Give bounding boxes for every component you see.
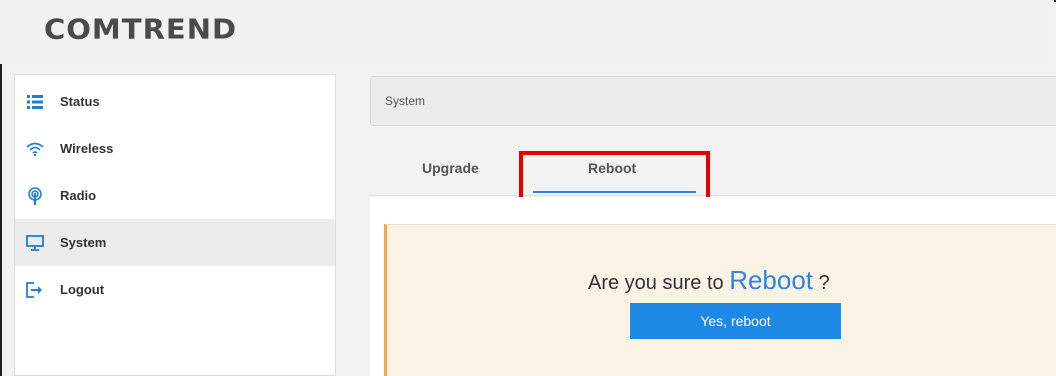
tab-bar: Upgrade Reboot [370, 138, 1056, 196]
monitor-icon [25, 233, 45, 253]
reboot-card [384, 224, 1056, 376]
sidebar-item-system[interactable]: System [15, 219, 335, 266]
logout-icon [25, 280, 45, 300]
reboot-question: Are you sure to Reboot ? [588, 265, 830, 296]
sidebar-item-wireless[interactable]: Wireless [15, 125, 335, 172]
yes-reboot-button[interactable]: Yes, reboot [630, 303, 841, 339]
sidebar-item-label: Status [60, 94, 100, 109]
wifi-icon [25, 139, 45, 159]
sidebar-item-radio[interactable]: Radio [15, 172, 335, 219]
question-suffix: ? [818, 272, 830, 294]
tab-upgrade[interactable]: Upgrade [422, 160, 479, 176]
sidebar: Status Wireless Radio System Logout [14, 74, 336, 376]
sidebar-item-status[interactable]: Status [15, 78, 335, 125]
question-accent: Reboot [729, 265, 814, 295]
top-bar: COMTREND [0, 0, 1054, 64]
sidebar-item-label: Radio [60, 188, 97, 203]
sidebar-item-label: Logout [60, 282, 105, 297]
antenna-icon [25, 186, 45, 206]
list-icon [25, 92, 45, 112]
highlight-annotation [519, 151, 710, 202]
breadcrumb-text: System [385, 94, 426, 108]
sidebar-item-label: System [60, 235, 107, 250]
sidebar-item-logout[interactable]: Logout [15, 266, 335, 313]
sidebar-item-label: Wireless [60, 141, 114, 156]
breadcrumb: System [370, 76, 1056, 126]
question-prefix: Are you sure to [588, 272, 724, 294]
comtrend-logo: COMTREND [44, 12, 238, 46]
